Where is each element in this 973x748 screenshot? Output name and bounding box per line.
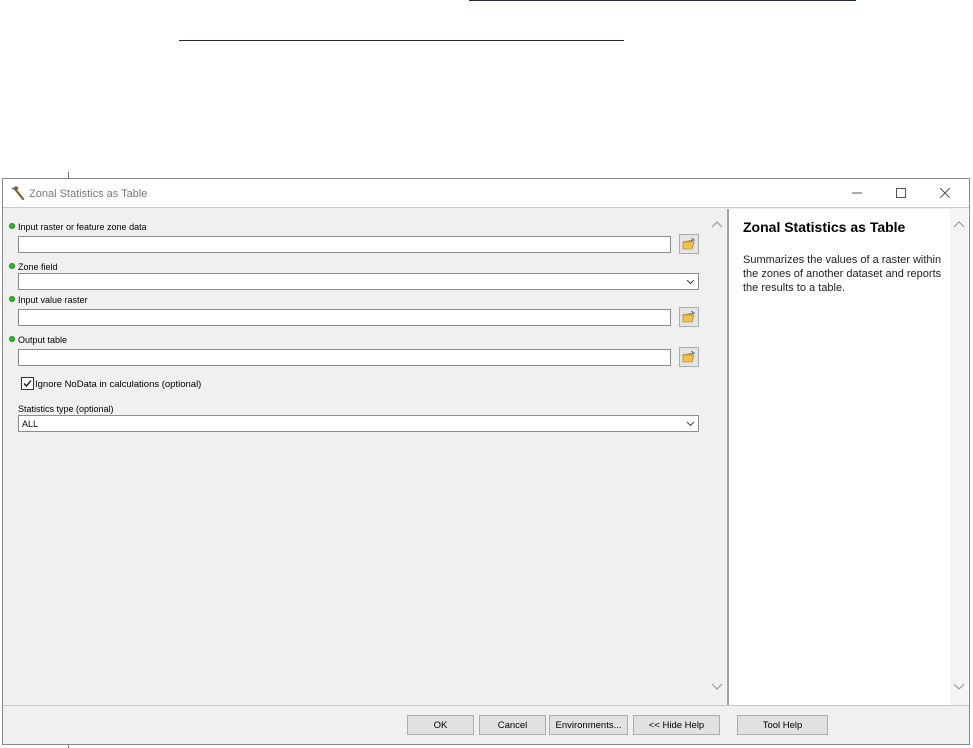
- required-indicator: [9, 336, 15, 342]
- maximize-icon: [896, 188, 906, 198]
- chevron-down-icon[interactable]: [952, 679, 966, 693]
- input-value-raster-field[interactable]: [18, 309, 671, 326]
- maximize-button[interactable]: [879, 179, 923, 207]
- folder-open-icon: [682, 351, 696, 363]
- output-table-field[interactable]: [18, 349, 671, 366]
- hammer-icon: [11, 186, 25, 201]
- minimize-button[interactable]: [835, 179, 879, 207]
- chevron-down-icon: [686, 279, 695, 285]
- ignore-nodata-checkbox[interactable]: [21, 377, 34, 390]
- zone-field-dropdown[interactable]: [18, 273, 699, 290]
- help-description: Summarizes the values of a raster within…: [743, 254, 942, 294]
- document-underline-top: [469, 0, 856, 1]
- tool-dialog-window: Zonal Statistics as Table Input raster o…: [2, 178, 970, 745]
- ok-button[interactable]: OK: [407, 715, 474, 735]
- parameters-scrollbar[interactable]: [708, 209, 726, 705]
- ignore-nodata-label: Ignore NoData in calculations (optional): [35, 379, 202, 390]
- minimize-icon: [852, 192, 862, 194]
- help-pane: Zonal Statistics as Table Summarizes the…: [729, 209, 969, 705]
- chevron-up-icon[interactable]: [710, 218, 724, 232]
- output-table-browse-button[interactable]: [679, 347, 699, 367]
- zone-field-label: Zone field: [18, 262, 58, 272]
- parameters-pane: Input raster or feature zone data Zone f…: [3, 209, 727, 705]
- hide-help-button[interactable]: << Hide Help: [633, 715, 720, 735]
- required-indicator: [9, 263, 15, 269]
- chevron-down-icon[interactable]: [710, 679, 724, 693]
- window-title: Zonal Statistics as Table: [29, 188, 148, 200]
- close-icon: [940, 188, 950, 198]
- folder-open-icon: [682, 311, 696, 323]
- title-bar[interactable]: Zonal Statistics as Table: [3, 179, 969, 208]
- statistics-type-dropdown[interactable]: ALL: [18, 415, 699, 432]
- statistics-type-label: Statistics type (optional): [18, 404, 114, 414]
- tool-help-button[interactable]: Tool Help: [737, 715, 828, 735]
- checkmark-icon: [23, 380, 32, 387]
- close-button[interactable]: [923, 179, 967, 207]
- cancel-button[interactable]: Cancel: [479, 715, 546, 735]
- folder-open-icon: [682, 238, 696, 250]
- output-table-label: Output table: [18, 335, 68, 345]
- statistics-type-value: ALL: [22, 419, 39, 429]
- required-indicator: [9, 223, 15, 229]
- input-value-raster-label: Input value raster: [18, 295, 88, 305]
- document-underline-second: [179, 40, 624, 41]
- input-zone-browse-button[interactable]: [679, 234, 699, 254]
- input-zone-label: Input raster or feature zone data: [18, 222, 147, 232]
- chevron-up-icon[interactable]: [952, 218, 966, 232]
- dialog-button-bar: OK Cancel Environments... << Hide Help T…: [3, 705, 969, 744]
- required-indicator: [9, 296, 15, 302]
- help-scrollbar[interactable]: [950, 209, 968, 705]
- environments-button[interactable]: Environments...: [549, 715, 628, 735]
- help-title: Zonal Statistics as Table: [743, 219, 906, 235]
- chevron-down-icon: [686, 421, 695, 427]
- input-zone-field[interactable]: [18, 236, 671, 253]
- input-value-raster-browse-button[interactable]: [679, 307, 699, 327]
